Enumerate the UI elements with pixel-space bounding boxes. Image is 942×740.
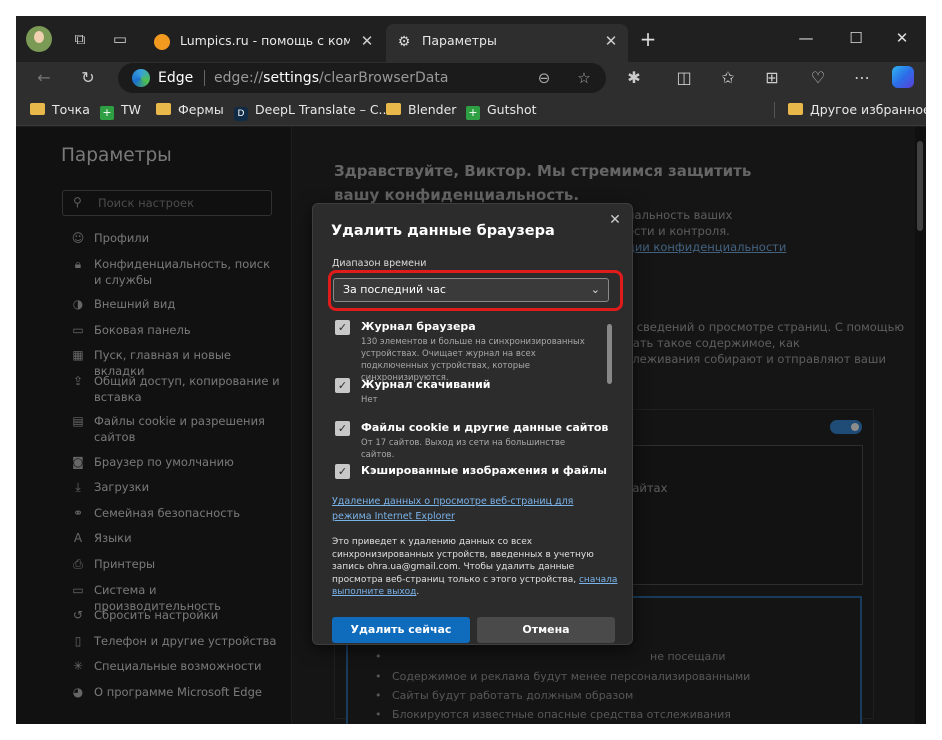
minimize-button[interactable]: — — [784, 24, 828, 52]
vertical-tabs-icon[interactable]: ▭ — [110, 29, 130, 49]
favorite-label: Другое избранное — [810, 102, 926, 117]
tab-lumpics[interactable]: Lumpics.ru - помощь с компьютером ✕ — [144, 24, 384, 62]
folder-icon — [30, 103, 45, 115]
favorite-label: Точка — [52, 102, 90, 117]
folder-icon — [788, 103, 803, 115]
favorite-label: Blender — [408, 102, 457, 117]
browser-window: ⧉ ▭ Lumpics.ru - помощь с компьютером ✕ … — [16, 16, 926, 724]
favorites-icon[interactable]: ✩ — [716, 66, 740, 90]
back-arrow-icon[interactable]: ← — [32, 66, 56, 90]
url-prefix: edge:// — [214, 70, 264, 86]
highlight-frame — [328, 270, 623, 311]
favorite-item[interactable]: D DeepL Translate – C... — [234, 94, 390, 126]
favorite-item[interactable]: Точка — [30, 94, 90, 126]
time-range-label: Диапазон времени — [332, 258, 427, 269]
sync-note: Это приведет к удалению данных со всех с… — [332, 536, 622, 599]
item-description: 130 элементов и больше на синхронизирова… — [361, 337, 585, 383]
url-rest: /clearBrowserData — [319, 70, 449, 86]
split-screen-icon[interactable]: ◫ — [672, 66, 696, 90]
checkmark-icon[interactable]: ✓ — [335, 421, 350, 436]
extensions-icon[interactable]: ✱ — [622, 66, 646, 90]
dialog-title: Удалить данные браузера — [331, 223, 555, 239]
gear-icon: ⚙ — [397, 34, 411, 50]
workspaces-icon[interactable]: ⧉ — [70, 29, 90, 49]
clear-browsing-data-dialog: Удалить данные браузера ✕ Диапазон време… — [312, 203, 633, 645]
checkmark-icon[interactable]: ✓ — [335, 320, 350, 335]
more-menu-icon[interactable]: ⋯ — [850, 66, 874, 90]
close-tab-icon[interactable]: ✕ — [358, 24, 376, 58]
close-tab-icon[interactable]: ✕ — [602, 24, 620, 58]
tab-strip: ⧉ ▭ Lumpics.ru - помощь с компьютером ✕ … — [16, 16, 926, 62]
address-divider — [204, 70, 205, 86]
other-favorites[interactable]: Другое избранное — [788, 94, 926, 126]
data-types-list: ✓ Журнал браузера 130 элементов и больше… — [313, 320, 634, 480]
item-title: Журнал браузера — [361, 320, 476, 333]
tab-title: Параметры — [422, 33, 497, 48]
refresh-icon[interactable]: ↻ — [76, 66, 100, 90]
edge-logo-icon — [132, 69, 150, 87]
item-description: От 17 сайтов. Выход из сети на большинст… — [361, 438, 566, 460]
collections-icon[interactable]: ⊞ — [760, 66, 784, 90]
item-title: Файлы cookie и другие данные сайтов — [361, 421, 609, 434]
favorite-item[interactable]: + Gutshot — [466, 94, 537, 126]
sync-note-text: Это приведет к удалению данных со всех с… — [332, 537, 594, 585]
maximize-button[interactable]: ☐ — [834, 24, 878, 52]
folder-icon — [156, 103, 171, 115]
zoom-icon[interactable]: ⊖ — [532, 66, 556, 90]
item-title: Кэшированные изображения и файлы — [361, 464, 607, 477]
address-url[interactable]: edge://settings/clearBrowserData — [214, 63, 448, 93]
favorite-item[interactable]: Фермы — [156, 94, 224, 126]
favorite-label: TW — [121, 102, 141, 117]
tab-title: Lumpics.ru - помощь с компьютером — [180, 33, 350, 48]
new-tab-button[interactable]: + — [636, 28, 660, 52]
favorite-label: Gutshot — [487, 102, 537, 117]
tab-settings[interactable]: ⚙ Параметры ✕ — [386, 24, 628, 62]
copilot-icon[interactable] — [892, 66, 914, 88]
sync-note-end: . — [416, 587, 420, 597]
favorite-item[interactable]: Blender — [386, 94, 456, 126]
checkmark-icon[interactable]: ✓ — [335, 464, 350, 479]
address-bar[interactable]: Edge edge://settings/clearBrowserData ⊖ … — [118, 63, 606, 93]
green-plus-icon: + — [466, 106, 480, 120]
item-title: Журнал скачиваний — [361, 378, 491, 391]
address-brand: Edge — [158, 70, 194, 86]
ie-mode-link[interactable]: Удаление данных о просмотре веб-страниц … — [332, 494, 612, 524]
toolbar: ← ↻ Edge edge://settings/clearBrowserDat… — [16, 62, 926, 94]
cancel-button[interactable]: Отмена — [477, 617, 615, 643]
profile-avatar[interactable] — [26, 26, 52, 52]
favorites-divider — [774, 102, 775, 118]
lumpics-favicon-icon — [154, 34, 170, 50]
green-plus-icon: + — [100, 106, 114, 120]
deepl-icon: D — [234, 107, 248, 121]
list-scrollbar[interactable] — [607, 324, 612, 384]
favorite-star-icon[interactable]: ☆ — [572, 66, 596, 90]
item-description: Нет — [361, 395, 378, 405]
checkmark-icon[interactable]: ✓ — [335, 378, 350, 393]
folder-icon — [386, 103, 401, 115]
close-icon[interactable]: ✕ — [605, 210, 625, 230]
favorite-item[interactable]: + TW — [100, 94, 141, 126]
favorites-bar: Точка + TW Фермы D DeepL Translate – C... … — [16, 94, 926, 126]
favorite-label: Фермы — [178, 102, 224, 117]
favorite-label: DeepL Translate – C... — [255, 102, 391, 117]
close-window-button[interactable]: ✕ — [880, 24, 924, 52]
delete-now-button[interactable]: Удалить сейчас — [332, 617, 470, 643]
url-path: settings — [263, 70, 319, 86]
browser-essentials-icon[interactable]: ♡ — [806, 66, 830, 90]
